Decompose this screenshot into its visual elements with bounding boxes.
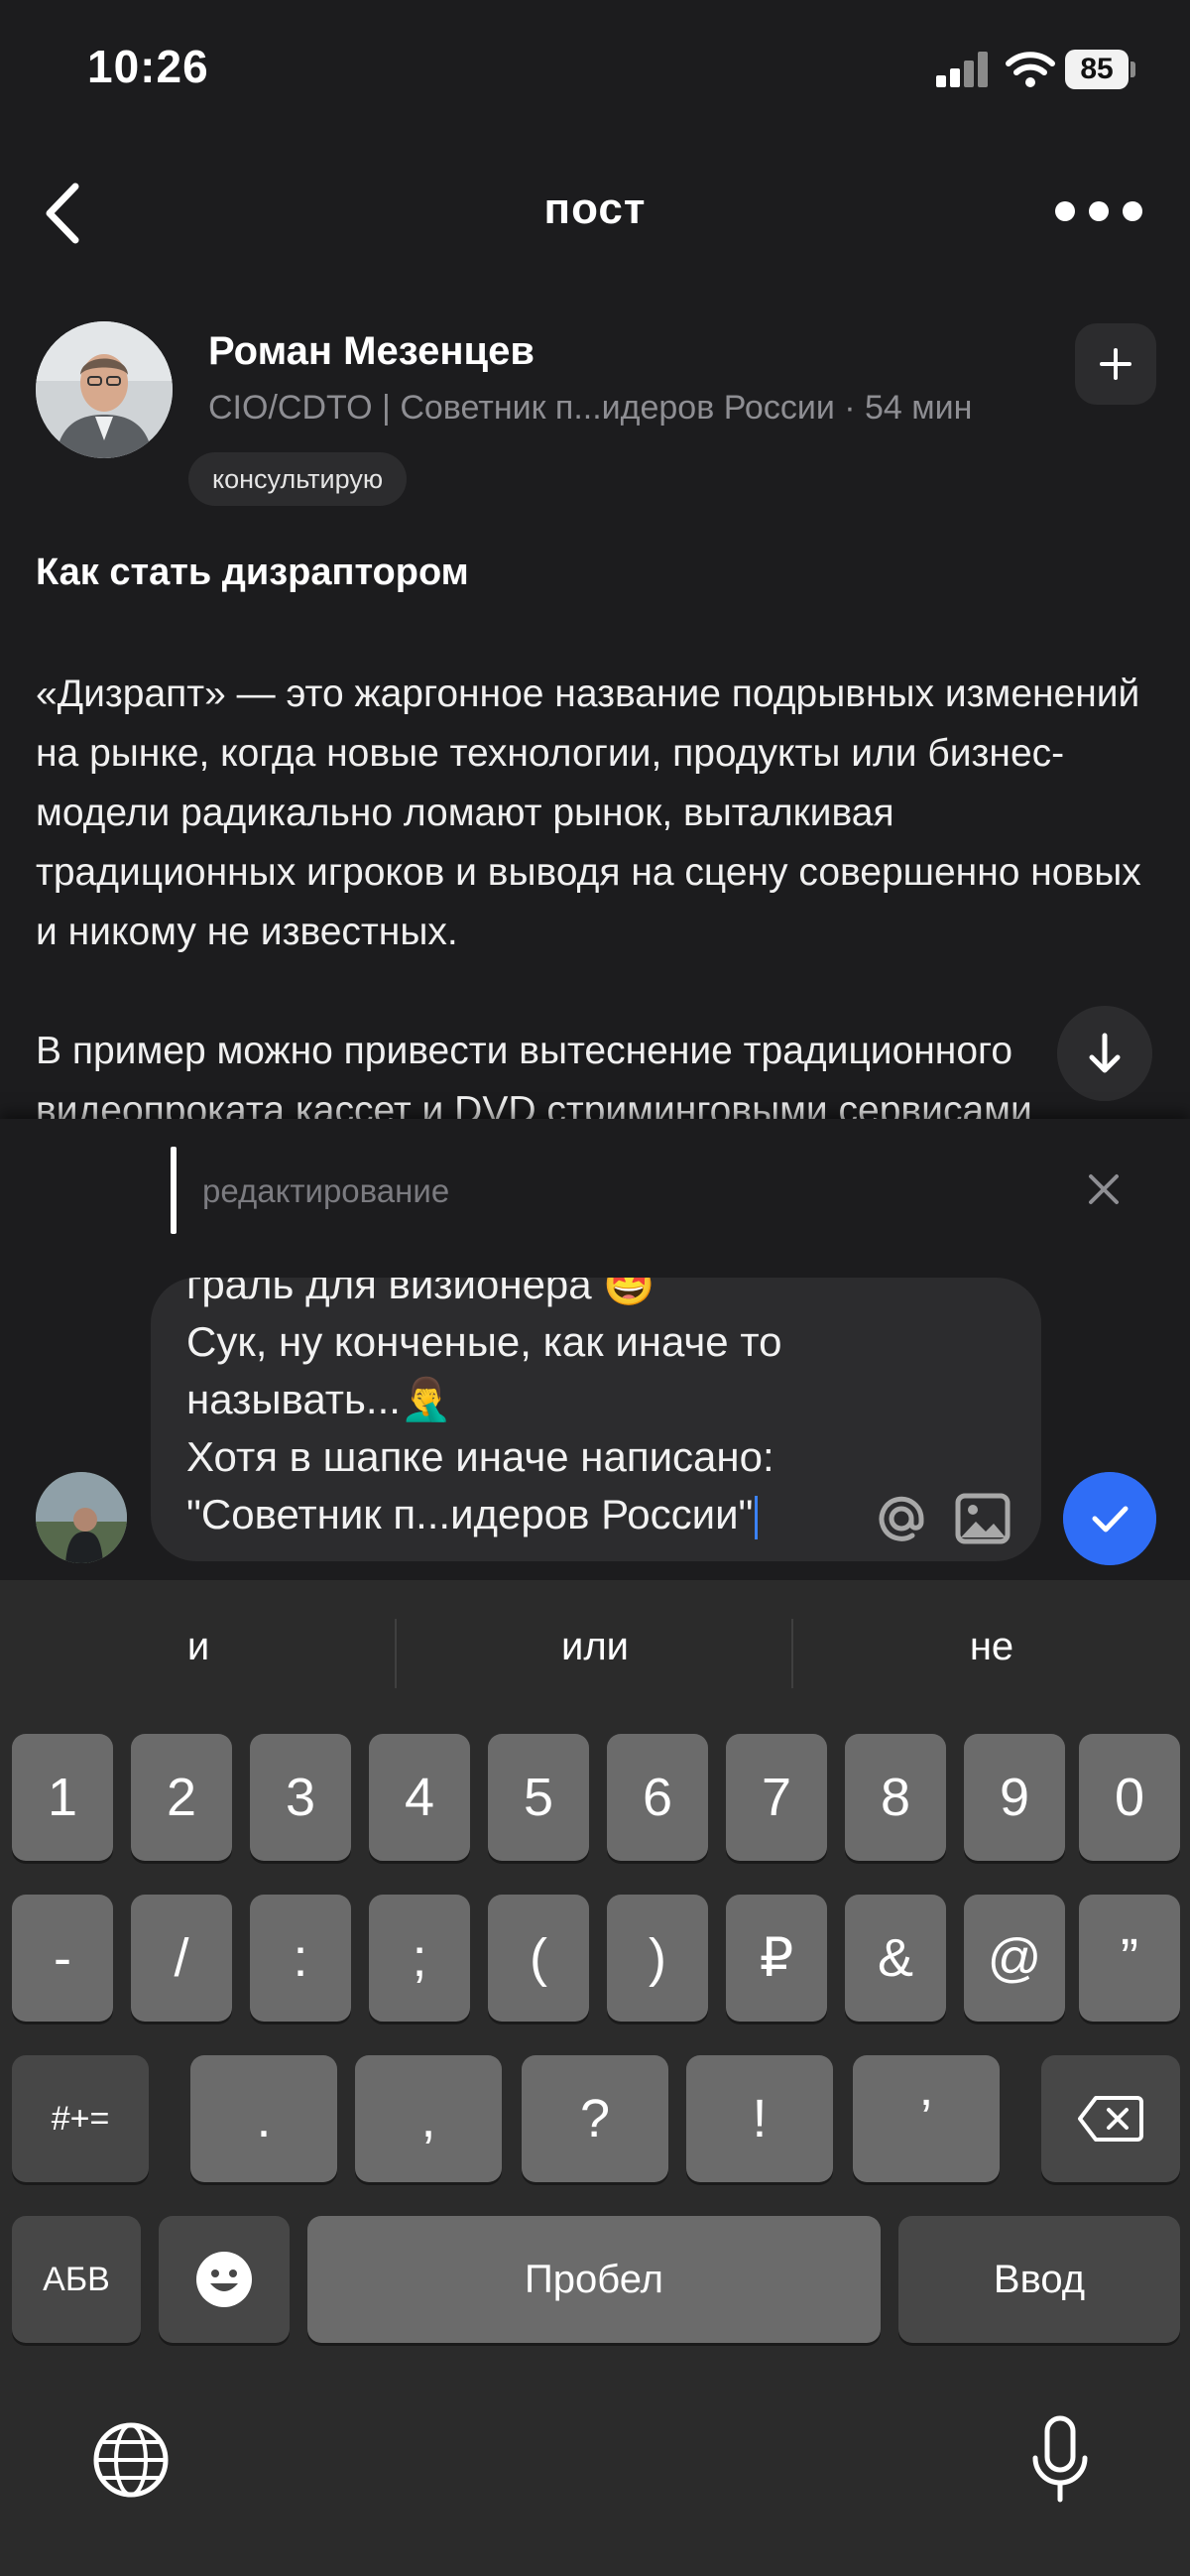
author-status-tag: консультирую [188,452,408,506]
post-body: «Дизрапт» — это жаргонное название подры… [36,665,1156,1121]
cellular-signal-icon [936,52,994,87]
key-at[interactable]: @ [964,1895,1065,2022]
post-title: Как стать дизраптором [36,552,469,593]
key-0[interactable]: 0 [1079,1734,1180,1861]
key-8[interactable]: 8 [845,1734,946,1861]
space-key[interactable]: Пробел [307,2216,881,2343]
close-icon[interactable] [1081,1166,1127,1212]
key-apostrophe[interactable]: ’ [853,2055,1000,2182]
key-symbols[interactable]: #+= [12,2055,149,2182]
key-3[interactable]: 3 [250,1734,351,1861]
key-9[interactable]: 9 [964,1734,1065,1861]
suggestion-item[interactable]: не [803,1625,1180,1669]
emoji-icon [196,2252,252,2307]
wifi-icon [1006,52,1055,87]
key-slash[interactable]: / [131,1895,232,2022]
key-semicolon[interactable]: ; [369,1895,470,2022]
scroll-down-button[interactable] [1057,1006,1152,1101]
page-title: пост [543,184,647,233]
suggestion-item[interactable]: или [407,1625,783,1669]
return-key[interactable]: Ввод [898,2216,1180,2343]
key-comma[interactable]: , [355,2055,502,2182]
status-time: 10:26 [87,41,209,92]
author-subtitle: CIO/CDTO | Советник п...идеров России · … [208,389,973,427]
key-4[interactable]: 4 [369,1734,470,1861]
post-paragraph: «Дизрапт» — это жаргонное название подры… [36,673,1141,953]
key-2[interactable]: 2 [131,1734,232,1861]
editing-marker [171,1147,177,1234]
key-quote[interactable]: ” [1079,1895,1180,2022]
key-7[interactable]: 7 [726,1734,827,1861]
comment-line: называть...🤦‍♂️ [186,1376,453,1422]
key-6[interactable]: 6 [607,1734,708,1861]
author-avatar[interactable] [36,321,173,458]
comment-line: граль для визионера 🤩 [186,1278,655,1307]
battery-indicator: 85 [1065,50,1129,89]
comment-line: Сук, ну конченые, как иначе то [186,1318,782,1365]
author-name[interactable]: Роман Мезенцев [208,329,535,374]
text-caret [755,1495,759,1539]
globe-icon[interactable] [91,2420,171,2500]
editing-label: редактирование [202,1172,450,1209]
key-open-paren[interactable]: ( [488,1895,589,2022]
suggestion-item[interactable]: и [10,1625,387,1669]
attach-image-icon[interactable] [952,1488,1013,1549]
backspace-icon [1078,2096,1143,2142]
key-exclamation[interactable]: ! [686,2055,833,2182]
key-colon[interactable]: : [250,1895,351,2022]
key-period[interactable]: . [190,2055,337,2182]
microphone-icon[interactable] [1025,2414,1095,2506]
key-close-paren[interactable]: ) [607,1895,708,2022]
key-1[interactable]: 1 [12,1734,113,1861]
key-hyphen[interactable]: - [12,1895,113,2022]
emoji-key[interactable] [159,2216,290,2343]
mention-icon[interactable] [871,1488,932,1549]
more-options-icon[interactable] [1051,198,1146,224]
key-5[interactable]: 5 [488,1734,589,1861]
key-ruble[interactable]: ₽ [726,1895,827,2022]
suggestion-divider [395,1619,397,1688]
user-avatar [36,1472,127,1563]
suggestion-divider [791,1619,793,1688]
comment-text: граль для визионера 🤩 Сук, ну конченые, … [186,1278,881,1543]
comment-line: "Советник п...идеров России" [186,1491,754,1537]
follow-button[interactable] [1075,323,1156,405]
comment-line: Хотя в шапке иначе написано: [186,1433,774,1480]
post-paragraph: В пример можно привести вытеснение тради… [36,1030,1032,1121]
back-arrow-icon[interactable] [36,179,95,248]
key-abc[interactable]: АБВ [12,2216,141,2343]
key-ampersand[interactable]: & [845,1895,946,2022]
confirm-button[interactable] [1063,1472,1156,1565]
battery-tip [1130,61,1135,77]
key-question[interactable]: ? [522,2055,668,2182]
backspace-key[interactable] [1041,2055,1180,2182]
